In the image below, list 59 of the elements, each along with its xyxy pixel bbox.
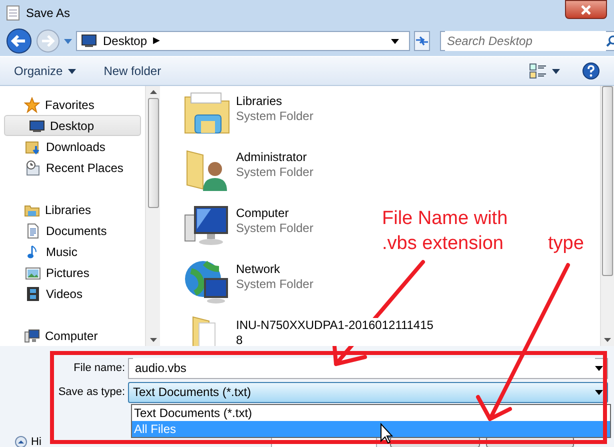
caret-icon [595, 390, 603, 394]
caret-icon [391, 38, 399, 44]
help-icon [582, 62, 600, 80]
file-name-field[interactable]: audio.vbs [128, 358, 608, 378]
scrollbar[interactable] [600, 86, 614, 346]
collapse-icon [15, 436, 27, 447]
file-item[interactable]: Libraries System Folder [183, 89, 314, 145]
view-options-button[interactable] [529, 63, 560, 79]
address-bar[interactable]: Desktop ▶ [76, 31, 410, 51]
sidebar-item[interactable]: Recent Places [0, 157, 145, 178]
scroll-up-icon[interactable] [150, 90, 156, 94]
close-icon [581, 4, 591, 14]
sidebar-item[interactable]: Downloads [0, 136, 145, 157]
annotation-text: .vbs extension [382, 233, 504, 254]
refresh-button[interactable] [414, 31, 430, 51]
dropdown-option[interactable]: Text Documents (*.txt) [132, 405, 610, 421]
document-icon [25, 222, 41, 238]
caret-icon [64, 38, 72, 45]
sidebar-group[interactable]: Computer [0, 325, 145, 346]
search-field[interactable]: Search Desktop [440, 31, 614, 51]
annotation-text: type [548, 233, 584, 254]
annotation-text: File Name with [382, 208, 508, 229]
organize-menu-button[interactable]: Organize [14, 62, 76, 80]
sidebar-group[interactable]: Favorites [0, 94, 145, 115]
film-icon [25, 286, 41, 302]
file-item[interactable]: Administrator System Folder [183, 145, 314, 201]
caret-icon [595, 366, 603, 370]
star-icon [24, 96, 40, 112]
file-item[interactable]: Computer System Folder [183, 201, 314, 257]
field-label: File name: [72, 360, 126, 376]
back-button[interactable] [6, 28, 32, 54]
folder-icon [25, 138, 41, 154]
save-type-dropdown[interactable]: Text Documents (*.txt) [128, 382, 608, 402]
field-label: Save as type: [57, 384, 126, 400]
sidebar-group[interactable]: Libraries [0, 199, 145, 220]
caret-icon [552, 68, 560, 74]
toolbar-button[interactable]: New folder [104, 62, 162, 80]
sidebar-item[interactable]: Videos [0, 283, 145, 304]
monitor-icon [81, 34, 97, 48]
address-location[interactable]: Desktop [103, 32, 148, 50]
window-title: Save As [26, 5, 70, 22]
close-button[interactable] [565, 0, 607, 19]
help-button[interactable] [582, 62, 600, 80]
notepad-icon [6, 5, 20, 21]
sidebar-item[interactable]: Pictures [0, 262, 145, 283]
picture-icon [25, 264, 41, 280]
hide-folders-button[interactable]: Hi [15, 434, 42, 447]
scrollbar[interactable] [145, 86, 160, 346]
sidebar-item[interactable]: Desktop [4, 115, 141, 136]
sidebar-item[interactable]: Music [0, 241, 145, 262]
monitor-icon [29, 118, 45, 134]
file-item[interactable]: Network System Folder [183, 257, 314, 313]
computer-icon [24, 328, 40, 344]
breadcrumb-arrow[interactable]: ▶ [153, 34, 160, 48]
scroll-down-icon[interactable] [604, 338, 611, 342]
sidebar-item[interactable]: Documents [0, 220, 145, 241]
clock-icon [25, 160, 41, 176]
view-icon [529, 63, 547, 79]
scroll-down-icon[interactable] [150, 338, 156, 342]
